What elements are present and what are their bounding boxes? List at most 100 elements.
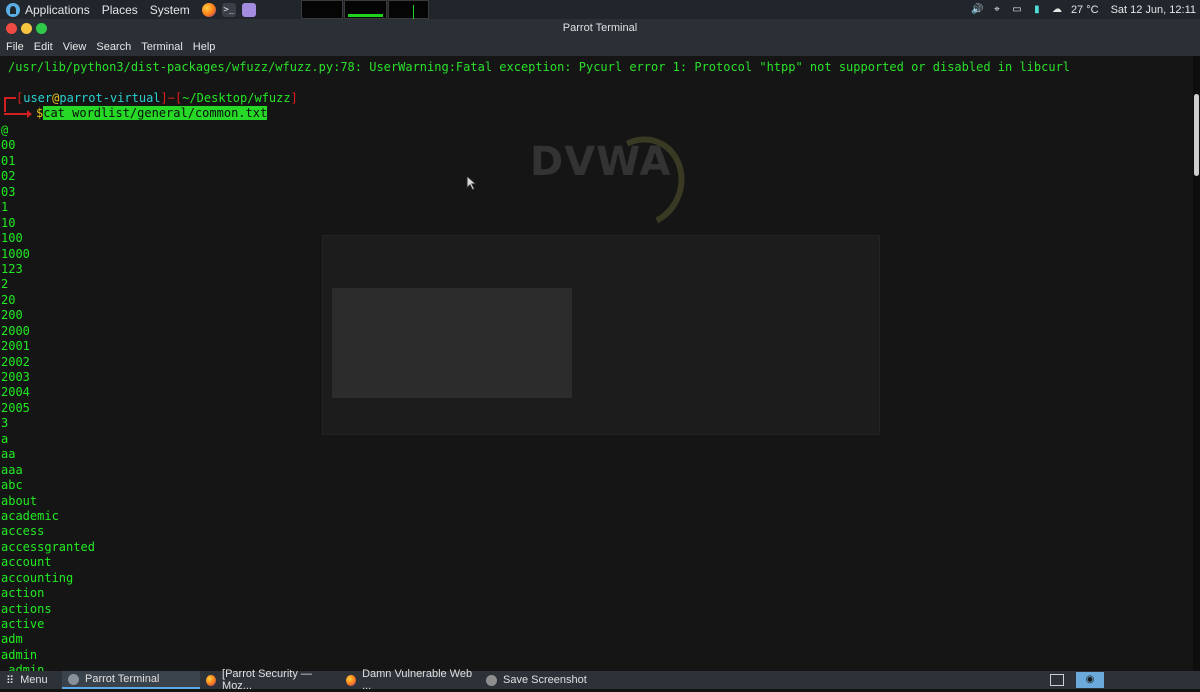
volume-icon[interactable]: 🔊 (971, 4, 983, 16)
background-window-ghost: DVWA (0, 56, 1193, 671)
terminal-area[interactable]: DVWA /usr/lib/python3/dist-packages/wfuz… (0, 56, 1193, 671)
taskbar-tray: ◉ (1050, 671, 1200, 689)
prompt-corner-line (4, 97, 16, 112)
task-label: Parrot Terminal (85, 673, 160, 685)
prompt-host: parrot-virtual (59, 91, 161, 105)
clock[interactable]: Sat 12 Jun, 12:11 (1111, 4, 1196, 16)
places-menu[interactable]: Places (102, 3, 138, 17)
output-line: access (1, 524, 45, 539)
shell-prompt: [user@parrot-virtual]−[~/Desktop/wfuzz] (16, 91, 298, 105)
grid-menu-icon: ⠿ (6, 674, 15, 687)
window-title: Parrot Terminal (562, 22, 638, 34)
output-line: 2002 (1, 354, 30, 369)
save-screenshot-dialog-ghost (322, 235, 880, 435)
display-icon[interactable]: ▭ (1011, 4, 1023, 16)
task-label: Damn Vulnerable Web ... (362, 668, 473, 692)
output-line: @ (1, 123, 9, 137)
output-line: aa (1, 447, 16, 462)
top-panel: Applications Places System >_ 🔊 ⌖ ▭ ▮ ☁ … (0, 0, 1200, 19)
task-firefox-parrot-security[interactable]: [Parrot Security — Moz... (200, 668, 340, 692)
output-line: 2001 (1, 339, 30, 354)
output-line: academic (1, 508, 59, 523)
command-output: @00 01 02 03 1 10 100 1000 123 2 20 200 2000 2001 2002… (1, 123, 95, 671)
output-line: account (1, 555, 52, 570)
output-line: 200 (1, 308, 23, 323)
terminal-task-icon (68, 673, 79, 685)
command-line[interactable]: $cat wordlist/general/common.txt (36, 106, 268, 121)
screenshot-preview-ghost (332, 288, 572, 398)
text-editor-launcher-icon[interactable] (241, 2, 256, 17)
system-menu[interactable]: System (150, 3, 190, 17)
prompt-arrow (4, 110, 32, 118)
task-firefox-dvwa[interactable]: Damn Vulnerable Web ... (340, 668, 480, 692)
window-title-bar[interactable]: Parrot Terminal (0, 19, 1200, 38)
output-line: 2003 (1, 370, 30, 384)
taskbar: ⠿ Menu Parrot Terminal [Parrot Security … (0, 668, 1200, 692)
prompt-path: ~/Desktop/wfuzz (182, 91, 291, 105)
output-line: active (1, 617, 45, 631)
terminal-launcher-icon[interactable]: >_ (221, 2, 236, 17)
system-monitor-graph (301, 0, 343, 19)
output-line: 3 (1, 416, 9, 431)
location-icon[interactable]: ⌖ (991, 4, 1003, 16)
menu-search[interactable]: Search (96, 41, 131, 53)
firefox-launcher-icon[interactable] (201, 2, 216, 17)
output-line: a (1, 431, 9, 446)
task-parrot-terminal[interactable]: Parrot Terminal (62, 671, 200, 689)
output-line: 1 (1, 200, 9, 215)
output-line: 2 (1, 277, 9, 292)
task-label: Save Screenshot (503, 674, 587, 686)
output-line: 00 (1, 138, 16, 153)
scrollbar-thumb[interactable] (1194, 94, 1199, 176)
output-line: 2004 (1, 385, 30, 400)
menu-help[interactable]: Help (193, 41, 216, 53)
menu-view[interactable]: View (63, 41, 87, 53)
task-save-screenshot[interactable]: Save Screenshot (480, 671, 620, 689)
task-label: [Parrot Security — Moz... (222, 668, 312, 692)
prompt-user: user (23, 91, 53, 105)
output-line: accounting (1, 570, 74, 585)
menu-edit[interactable]: Edit (34, 41, 53, 53)
top-panel-tray: 🔊 ⌖ ▭ ▮ ☁ 27 °C Sat 12 Jun, 12:11 (971, 0, 1200, 19)
output-line: 20 (1, 292, 16, 307)
parrot-logo-icon[interactable] (6, 2, 20, 17)
menu-bar: File Edit View Search Terminal Help (0, 38, 1200, 56)
output-line: adm (1, 632, 23, 647)
output-line: 123 (1, 261, 23, 276)
firefox-task-icon (346, 674, 357, 686)
show-desktop-icon[interactable] (1050, 674, 1064, 686)
network-monitor-graph (388, 0, 429, 19)
menu-file[interactable]: File (6, 41, 24, 53)
firefox-task-icon (206, 674, 217, 686)
output-line: _admin (1, 663, 45, 671)
output-line: action (1, 586, 45, 601)
output-line: 03 (1, 184, 16, 199)
applications-menu[interactable]: Applications (25, 3, 90, 17)
command-text[interactable]: cat wordlist/general/common.txt (43, 106, 268, 120)
output-line: aaa (1, 462, 23, 477)
output-line: 01 (1, 153, 16, 168)
weather-icon[interactable]: ☁ (1051, 4, 1063, 16)
memory-monitor-graph (344, 0, 387, 19)
output-line: abc (1, 478, 23, 493)
menu-label: Menu (20, 674, 48, 686)
output-line: 02 (1, 169, 16, 184)
output-line: actions (1, 601, 52, 616)
temperature-label: 27 °C (1070, 3, 1099, 16)
warning-message: /usr/lib/python3/dist-packages/wfuzz/wfu… (8, 60, 1071, 74)
output-line: 1000 (1, 246, 30, 261)
output-line: accessgranted (1, 539, 95, 554)
menu-terminal[interactable]: Terminal (141, 41, 183, 53)
screenshot-task-icon (486, 674, 497, 686)
dvwa-logo-swoosh (586, 124, 698, 240)
workspace-switcher[interactable]: ◉ (1076, 672, 1104, 688)
output-line: 100 (1, 231, 23, 246)
terminal-scrollbar[interactable] (1193, 56, 1200, 671)
output-line: 2005 (1, 400, 30, 415)
battery-icon[interactable]: ▮ (1031, 4, 1043, 16)
output-line: about (1, 493, 38, 508)
main-menu-button[interactable]: ⠿ Menu (0, 671, 62, 689)
output-line: 10 (1, 215, 16, 230)
dvwa-logo: DVWA (530, 139, 672, 185)
output-line: admin (1, 647, 38, 662)
